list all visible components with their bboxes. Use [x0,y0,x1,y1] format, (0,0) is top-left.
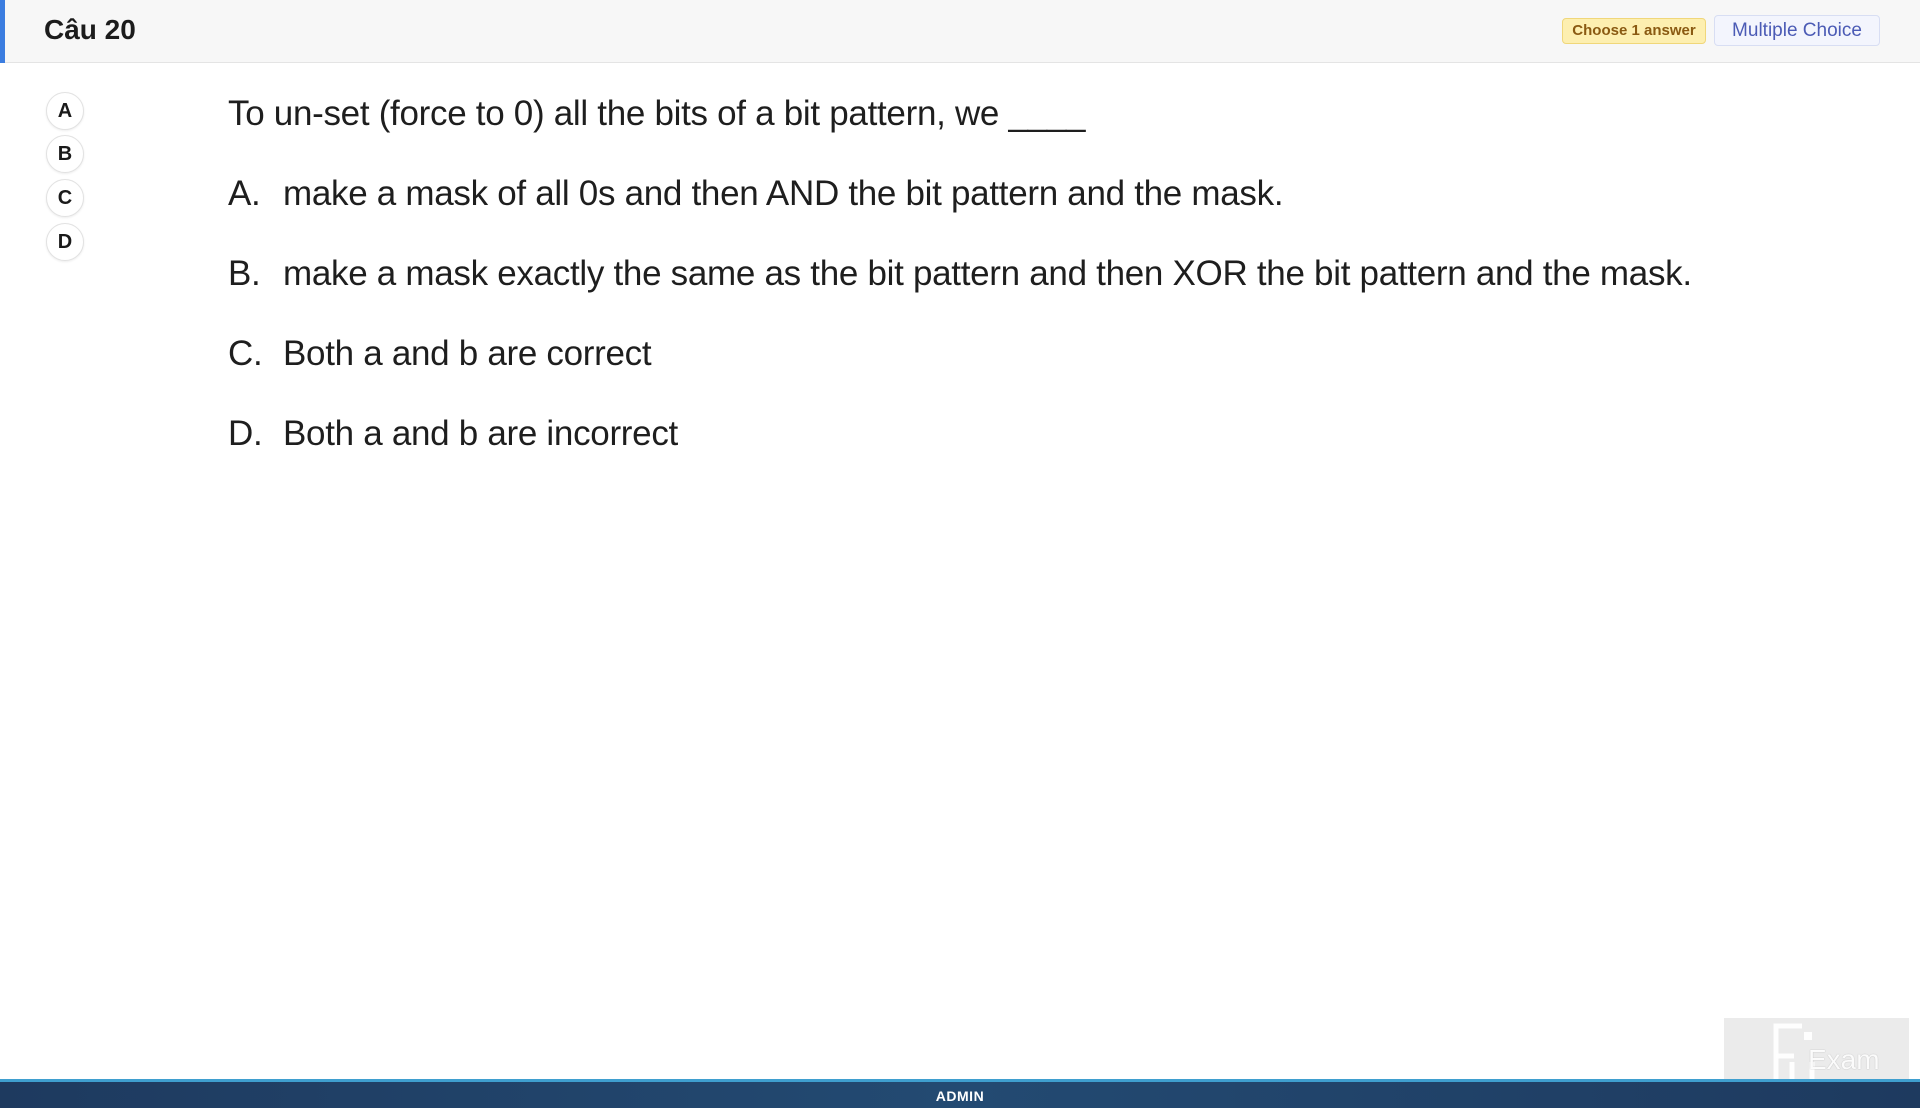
answer-d: D. Both a and b are incorrect [228,414,678,454]
answer-a-letter: A. [228,174,261,213]
answer-b: B. make a mask exactly the same as the bi… [228,254,1692,294]
option-c-button[interactable]: C [46,179,84,217]
answer-d-text: Both a and b are incorrect [283,414,678,453]
answer-c: C. Both a and b are correct [228,334,652,374]
answer-a: A. make a mask of all 0s and then AND the… [228,174,1284,214]
option-a-button[interactable]: A [46,92,84,130]
choose-answer-badge: Choose 1 answer [1562,18,1706,44]
answer-b-letter: B. [228,254,261,293]
question-stem: To un-set (force to 0) all the bits of a… [228,94,1086,133]
answer-a-text: make a mask of all 0s and then AND the b… [283,174,1284,213]
question-header: Câu 20 Choose 1 answer Multiple Choice [0,0,1920,63]
option-b-button[interactable]: B [46,135,84,173]
option-d-button[interactable]: D [46,223,84,261]
answer-c-letter: C. [228,334,263,373]
footer-bar: ADMIN [0,1079,1920,1108]
answer-b-text: make a mask exactly the same as the bit … [283,254,1692,293]
answer-c-text: Both a and b are correct [283,334,652,373]
footer-admin-label: ADMIN [935,1088,985,1104]
answer-d-letter: D. [228,414,263,453]
question-title: Câu 20 [44,14,136,45]
logo-text: Exam [1808,1044,1880,1075]
header-accent-bar [0,0,5,63]
question-type-badge: Multiple Choice [1714,15,1880,46]
